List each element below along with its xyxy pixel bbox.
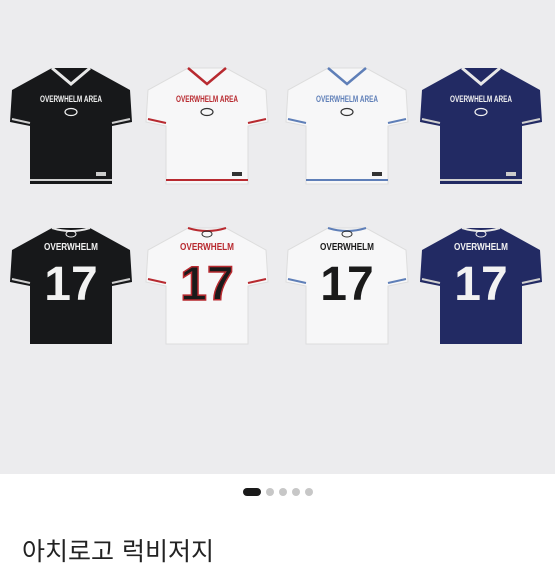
pagination-dot[interactable] xyxy=(304,488,313,496)
pagination-dot-active[interactable] xyxy=(242,488,261,496)
jersey-black-front: OVERWHELM AREA xyxy=(6,62,136,186)
jersey-black-back: OVERWHELM 17 xyxy=(6,222,136,346)
svg-text:OVERWHELM: OVERWHELM xyxy=(180,242,234,253)
product-image-gallery[interactable]: OVERWHELM AREA OVERWHELM AREA OVERWHELM … xyxy=(0,0,555,474)
svg-text:OVERWHELM AREA: OVERWHELM AREA xyxy=(176,94,238,104)
svg-text:OVERWHELM: OVERWHELM xyxy=(454,242,508,253)
jersey-white-red-front: OVERWHELM AREA xyxy=(142,62,272,186)
svg-text:17: 17 xyxy=(320,258,373,311)
pagination-dot[interactable] xyxy=(265,488,274,496)
back-number: 17 xyxy=(44,258,97,311)
back-name: OVERWHELM xyxy=(44,242,98,253)
jersey-navy-front: OVERWHELM AREA xyxy=(416,62,546,186)
front-wordmark: OVERWHELM AREA xyxy=(40,94,102,104)
listing-title: 아치로고 럭비저지 xyxy=(22,537,214,566)
svg-text:OVERWHELM AREA: OVERWHELM AREA xyxy=(450,94,512,104)
svg-text:17: 17 xyxy=(180,258,233,311)
svg-text:OVERWHELM AREA: OVERWHELM AREA xyxy=(316,94,378,104)
gallery-pagination xyxy=(0,488,555,496)
jersey-white-blue-front: OVERWHELM AREA xyxy=(282,62,412,186)
jersey-navy-back: OVERWHELM 17 xyxy=(416,222,546,346)
jersey-white-red-back: OVERWHELM 17 xyxy=(142,222,272,346)
jersey-white-black-back: OVERWHELM 17 xyxy=(282,222,412,346)
pagination-dot[interactable] xyxy=(291,488,300,496)
svg-text:17: 17 xyxy=(454,258,507,311)
pagination-dot[interactable] xyxy=(278,488,287,496)
svg-text:OVERWHELM: OVERWHELM xyxy=(320,242,374,253)
